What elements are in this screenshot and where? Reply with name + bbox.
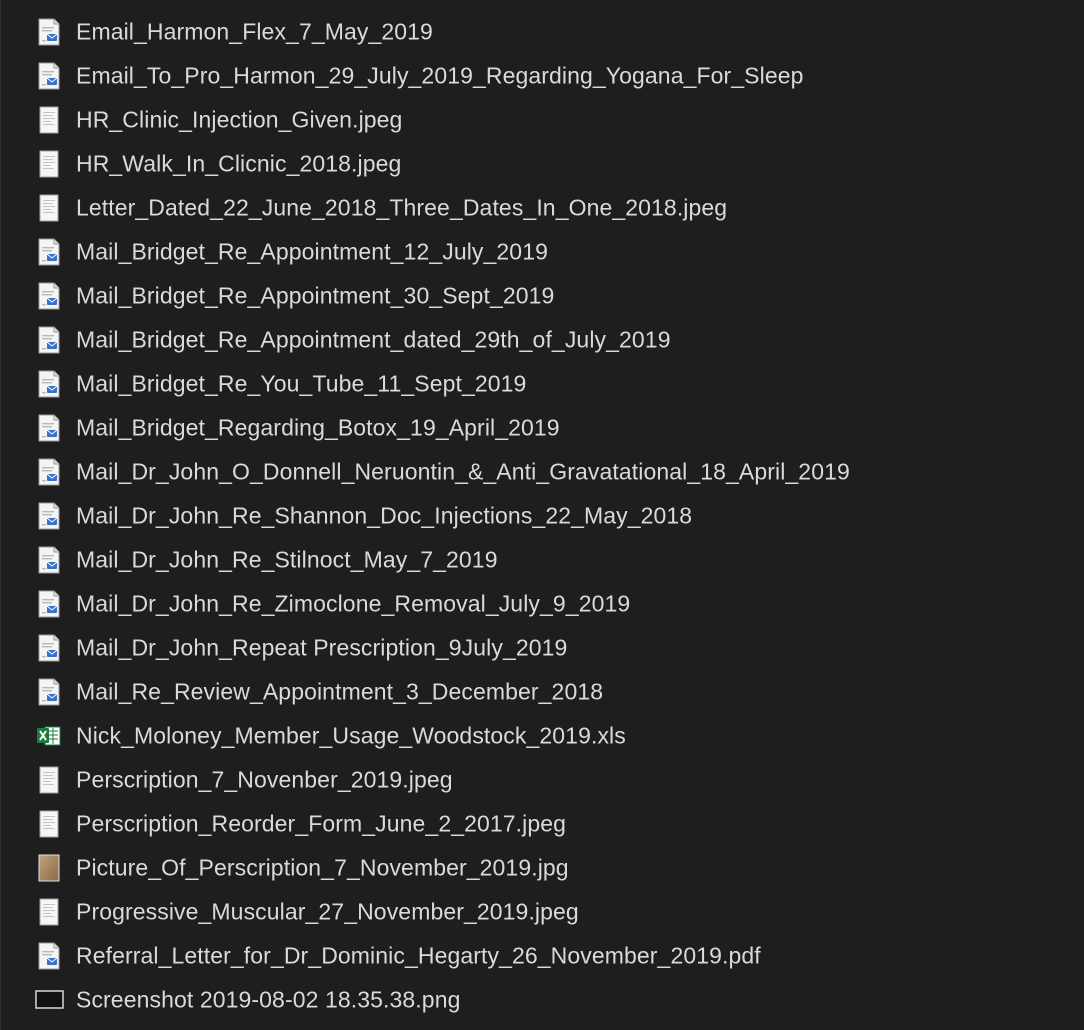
photo-icon — [36, 854, 62, 882]
screenshot-icon — [35, 986, 65, 1014]
file-name: Mail_Bridget_Regarding_Botox_19_April_20… — [76, 414, 560, 441]
email-icon — [36, 282, 62, 310]
file-row[interactable]: Mail_Dr_John_Re_Zimoclone_Removal_July_9… — [0, 582, 1084, 626]
file-row[interactable]: Progressive_Muscular_27_November_2019.jp… — [0, 890, 1084, 934]
file-name: HR_Clinic_Injection_Given.jpeg — [76, 106, 403, 133]
email-icon — [36, 678, 62, 706]
file-row[interactable]: HR_Clinic_Injection_Given.jpeg — [0, 98, 1084, 142]
file-row[interactable]: Mail_Dr_John_Repeat Prescription_9July_2… — [0, 626, 1084, 670]
file-name: Perscription_Reorder_Form_June_2_2017.jp… — [76, 810, 567, 837]
file-name: Mail_Bridget_Re_Appointment_dated_29th_o… — [76, 326, 671, 353]
file-name: Mail_Dr_John_Repeat Prescription_9July_2… — [76, 634, 568, 661]
file-name: Mail_Re_Review_Appointment_3_December_20… — [76, 678, 604, 705]
image-icon — [36, 150, 62, 178]
email-icon — [36, 634, 62, 662]
file-row[interactable]: Email_Harmon_Flex_7_May_2019 — [0, 10, 1084, 54]
email-icon — [36, 546, 62, 574]
file-list: Email_Harmon_Flex_7_May_2019 Email_To_Pro… — [0, 10, 1084, 1022]
file-row[interactable]: Perscription_Reorder_Form_June_2_2017.jp… — [0, 802, 1084, 846]
file-row[interactable]: Perscription_7_Novenber_2019.jpeg — [0, 758, 1084, 802]
file-name: Letter_Dated_22_June_2018_Three_Dates_In… — [76, 194, 728, 221]
image-icon — [36, 766, 62, 794]
email-icon — [36, 62, 62, 90]
email-icon — [36, 458, 62, 486]
file-row[interactable]: Mail_Re_Review_Appointment_3_December_20… — [0, 670, 1084, 714]
file-name: Mail_Bridget_Re_Appointment_12_July_2019 — [76, 238, 548, 265]
file-row[interactable]: Email_To_Pro_Harmon_29_July_2019_Regardi… — [0, 54, 1084, 98]
file-name: Nick_Moloney_Member_Usage_Woodstock_2019… — [76, 722, 626, 749]
email-icon — [36, 502, 62, 530]
file-row[interactable]: Letter_Dated_22_June_2018_Three_Dates_In… — [0, 186, 1084, 230]
file-row[interactable]: HR_Walk_In_Clicnic_2018.jpeg — [0, 142, 1084, 186]
file-name: Email_Harmon_Flex_7_May_2019 — [76, 18, 433, 45]
image-icon — [36, 106, 62, 134]
file-row[interactable]: Picture_Of_Perscription_7_November_2019.… — [0, 846, 1084, 890]
file-name: Mail_Dr_John_Re_Stilnoct_May_7_2019 — [76, 546, 498, 573]
pdf-icon — [36, 942, 62, 970]
email-icon — [36, 326, 62, 354]
email-icon — [36, 414, 62, 442]
file-name: Mail_Dr_John_O_Donnell_Neruontin_&_Anti_… — [76, 458, 850, 485]
file-row[interactable]: Mail_Bridget_Re_You_Tube_11_Sept_2019 — [0, 362, 1084, 406]
file-name: Mail_Dr_John_Re_Shannon_Doc_Injections_2… — [76, 502, 693, 529]
file-name: Progressive_Muscular_27_November_2019.jp… — [76, 898, 579, 925]
file-row[interactable]: Screenshot 2019-08-02 18.35.38.png — [0, 978, 1084, 1022]
image-icon — [36, 810, 62, 838]
file-name: Screenshot 2019-08-02 18.35.38.png — [76, 986, 461, 1013]
file-name: Picture_Of_Perscription_7_November_2019.… — [76, 854, 569, 881]
file-row[interactable]: Mail_Bridget_Re_Appointment_dated_29th_o… — [0, 318, 1084, 362]
file-name: Mail_Bridget_Re_You_Tube_11_Sept_2019 — [76, 370, 527, 397]
file-row[interactable]: Mail_Bridget_Re_Appointment_12_July_2019 — [0, 230, 1084, 274]
email-icon — [36, 18, 62, 46]
file-row[interactable]: Mail_Bridget_Regarding_Botox_19_April_20… — [0, 406, 1084, 450]
file-row[interactable]: Mail_Dr_John_O_Donnell_Neruontin_&_Anti_… — [0, 450, 1084, 494]
email-icon — [36, 370, 62, 398]
file-row[interactable]: Nick_Moloney_Member_Usage_Woodstock_2019… — [0, 714, 1084, 758]
file-name: HR_Walk_In_Clicnic_2018.jpeg — [76, 150, 402, 177]
email-icon — [36, 238, 62, 266]
image-icon — [36, 898, 62, 926]
email-icon — [36, 590, 62, 618]
file-name: Email_To_Pro_Harmon_29_July_2019_Regardi… — [76, 62, 804, 89]
file-name: Perscription_7_Novenber_2019.jpeg — [76, 766, 453, 793]
file-name: Mail_Dr_John_Re_Zimoclone_Removal_July_9… — [76, 590, 631, 617]
file-name: Referral_Letter_for_Dr_Dominic_Hegarty_2… — [76, 942, 761, 969]
file-row[interactable]: Mail_Bridget_Re_Appointment_30_Sept_2019 — [0, 274, 1084, 318]
file-row[interactable]: Mail_Dr_John_Re_Stilnoct_May_7_2019 — [0, 538, 1084, 582]
file-row[interactable]: Mail_Dr_John_Re_Shannon_Doc_Injections_2… — [0, 494, 1084, 538]
file-row[interactable]: Referral_Letter_for_Dr_Dominic_Hegarty_2… — [0, 934, 1084, 978]
image-icon — [36, 194, 62, 222]
file-name: Mail_Bridget_Re_Appointment_30_Sept_2019 — [76, 282, 555, 309]
excel-icon — [36, 722, 62, 750]
